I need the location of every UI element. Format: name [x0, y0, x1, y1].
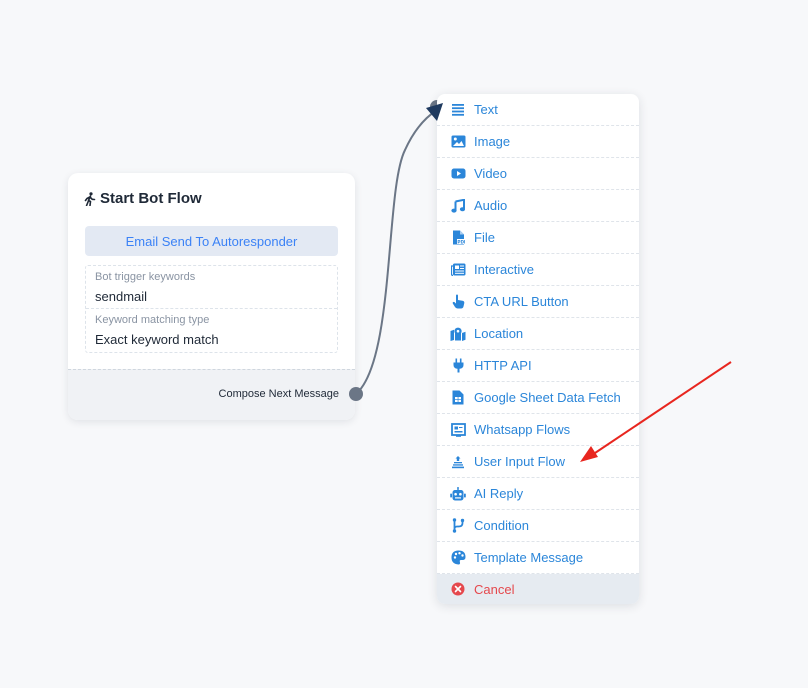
- menu-item-ai-reply[interactable]: AI Reply: [437, 478, 639, 510]
- menu-item-label: Audio: [474, 198, 508, 213]
- menu-item-http-api[interactable]: HTTP API: [437, 350, 639, 382]
- menu-item-label: AI Reply: [474, 486, 524, 501]
- menu-item-interactive[interactable]: Interactive: [437, 254, 639, 286]
- menu-item-audio[interactable]: Audio: [437, 190, 639, 222]
- menu-item-label: Google Sheet Data Fetch: [474, 390, 621, 405]
- user-input-icon: [450, 454, 466, 470]
- menu-item-label: HTTP API: [474, 358, 532, 373]
- matching-type-value: Exact keyword match: [95, 332, 219, 347]
- start-bot-flow-card[interactable]: Start Bot Flow Email Send To Autorespond…: [68, 173, 355, 420]
- menu-item-label: Whatsapp Flows: [474, 422, 571, 437]
- close-circle-icon: [450, 581, 466, 597]
- plug-icon: [450, 358, 466, 374]
- video-icon: [450, 166, 466, 182]
- newspaper-icon: [450, 262, 466, 278]
- menu-item-label: Interactive: [474, 262, 534, 277]
- menu-item-label: File: [474, 230, 495, 245]
- menu-item-text[interactable]: Text: [437, 94, 639, 126]
- menu-item-cta-url-button[interactable]: CTA URL Button: [437, 286, 639, 318]
- menu-item-label: User Input Flow: [474, 454, 566, 469]
- menu-item-label: Video: [474, 166, 508, 181]
- pointer-hand-icon: [450, 294, 466, 310]
- menu-item-location[interactable]: Location: [437, 318, 639, 350]
- music-note-icon: [450, 198, 466, 214]
- text-icon: [450, 102, 466, 118]
- menu-item-label: Location: [474, 326, 524, 341]
- menu-item-label: Image: [474, 134, 511, 149]
- menu-item-user-input-flow[interactable]: User Input Flow: [437, 446, 639, 478]
- menu-item-image[interactable]: Image: [437, 126, 639, 158]
- flow-screen-icon: [450, 422, 466, 438]
- card-title-text: Start Bot Flow: [100, 190, 202, 207]
- card-title: Start Bot Flow: [84, 190, 202, 207]
- menu-item-cancel[interactable]: Cancel: [437, 574, 639, 604]
- connector-edge: [355, 109, 438, 395]
- image-icon: [450, 134, 466, 150]
- menu-item-template-message[interactable]: Template Message: [437, 542, 639, 574]
- robot-icon: [450, 486, 466, 502]
- menu-item-file[interactable]: PDF File: [437, 222, 639, 254]
- keywords-box: Bot trigger keywords sendmail Keyword ma…: [85, 265, 338, 353]
- menu-item-video[interactable]: Video: [437, 158, 639, 190]
- output-handle[interactable]: [349, 387, 363, 401]
- menu-item-label: Condition: [474, 518, 529, 533]
- branch-icon: [450, 518, 466, 534]
- trigger-keywords-label: Bot trigger keywords: [95, 271, 196, 283]
- field-divider: [86, 308, 337, 309]
- autoresponder-button[interactable]: Email Send To Autoresponder: [85, 226, 338, 256]
- menu-item-label: Template Message: [474, 550, 584, 565]
- menu-item-condition[interactable]: Condition: [437, 510, 639, 542]
- spreadsheet-icon: [450, 390, 466, 406]
- menu-item-label: CTA URL Button: [474, 294, 569, 309]
- pdf-file-icon: PDF: [450, 230, 466, 246]
- compose-next-message-label: Compose Next Message: [218, 388, 339, 400]
- card-footer: Compose Next Message: [68, 369, 355, 420]
- walking-person-icon: [84, 191, 96, 206]
- svg-text:PDF: PDF: [457, 239, 465, 244]
- matching-type-label: Keyword matching type: [95, 314, 210, 326]
- node-type-menu: Text Image Video Audio PD File Interacti…: [437, 94, 639, 604]
- trigger-keywords-value: sendmail: [95, 289, 148, 304]
- menu-item-label: Text: [474, 102, 498, 117]
- menu-item-whatsapp-flows[interactable]: Whatsapp Flows: [437, 414, 639, 446]
- cancel-label: Cancel: [474, 581, 515, 597]
- palette-icon: [450, 550, 466, 566]
- menu-item-google-sheet-data-fetch[interactable]: Google Sheet Data Fetch: [437, 382, 639, 414]
- map-location-icon: [450, 326, 466, 342]
